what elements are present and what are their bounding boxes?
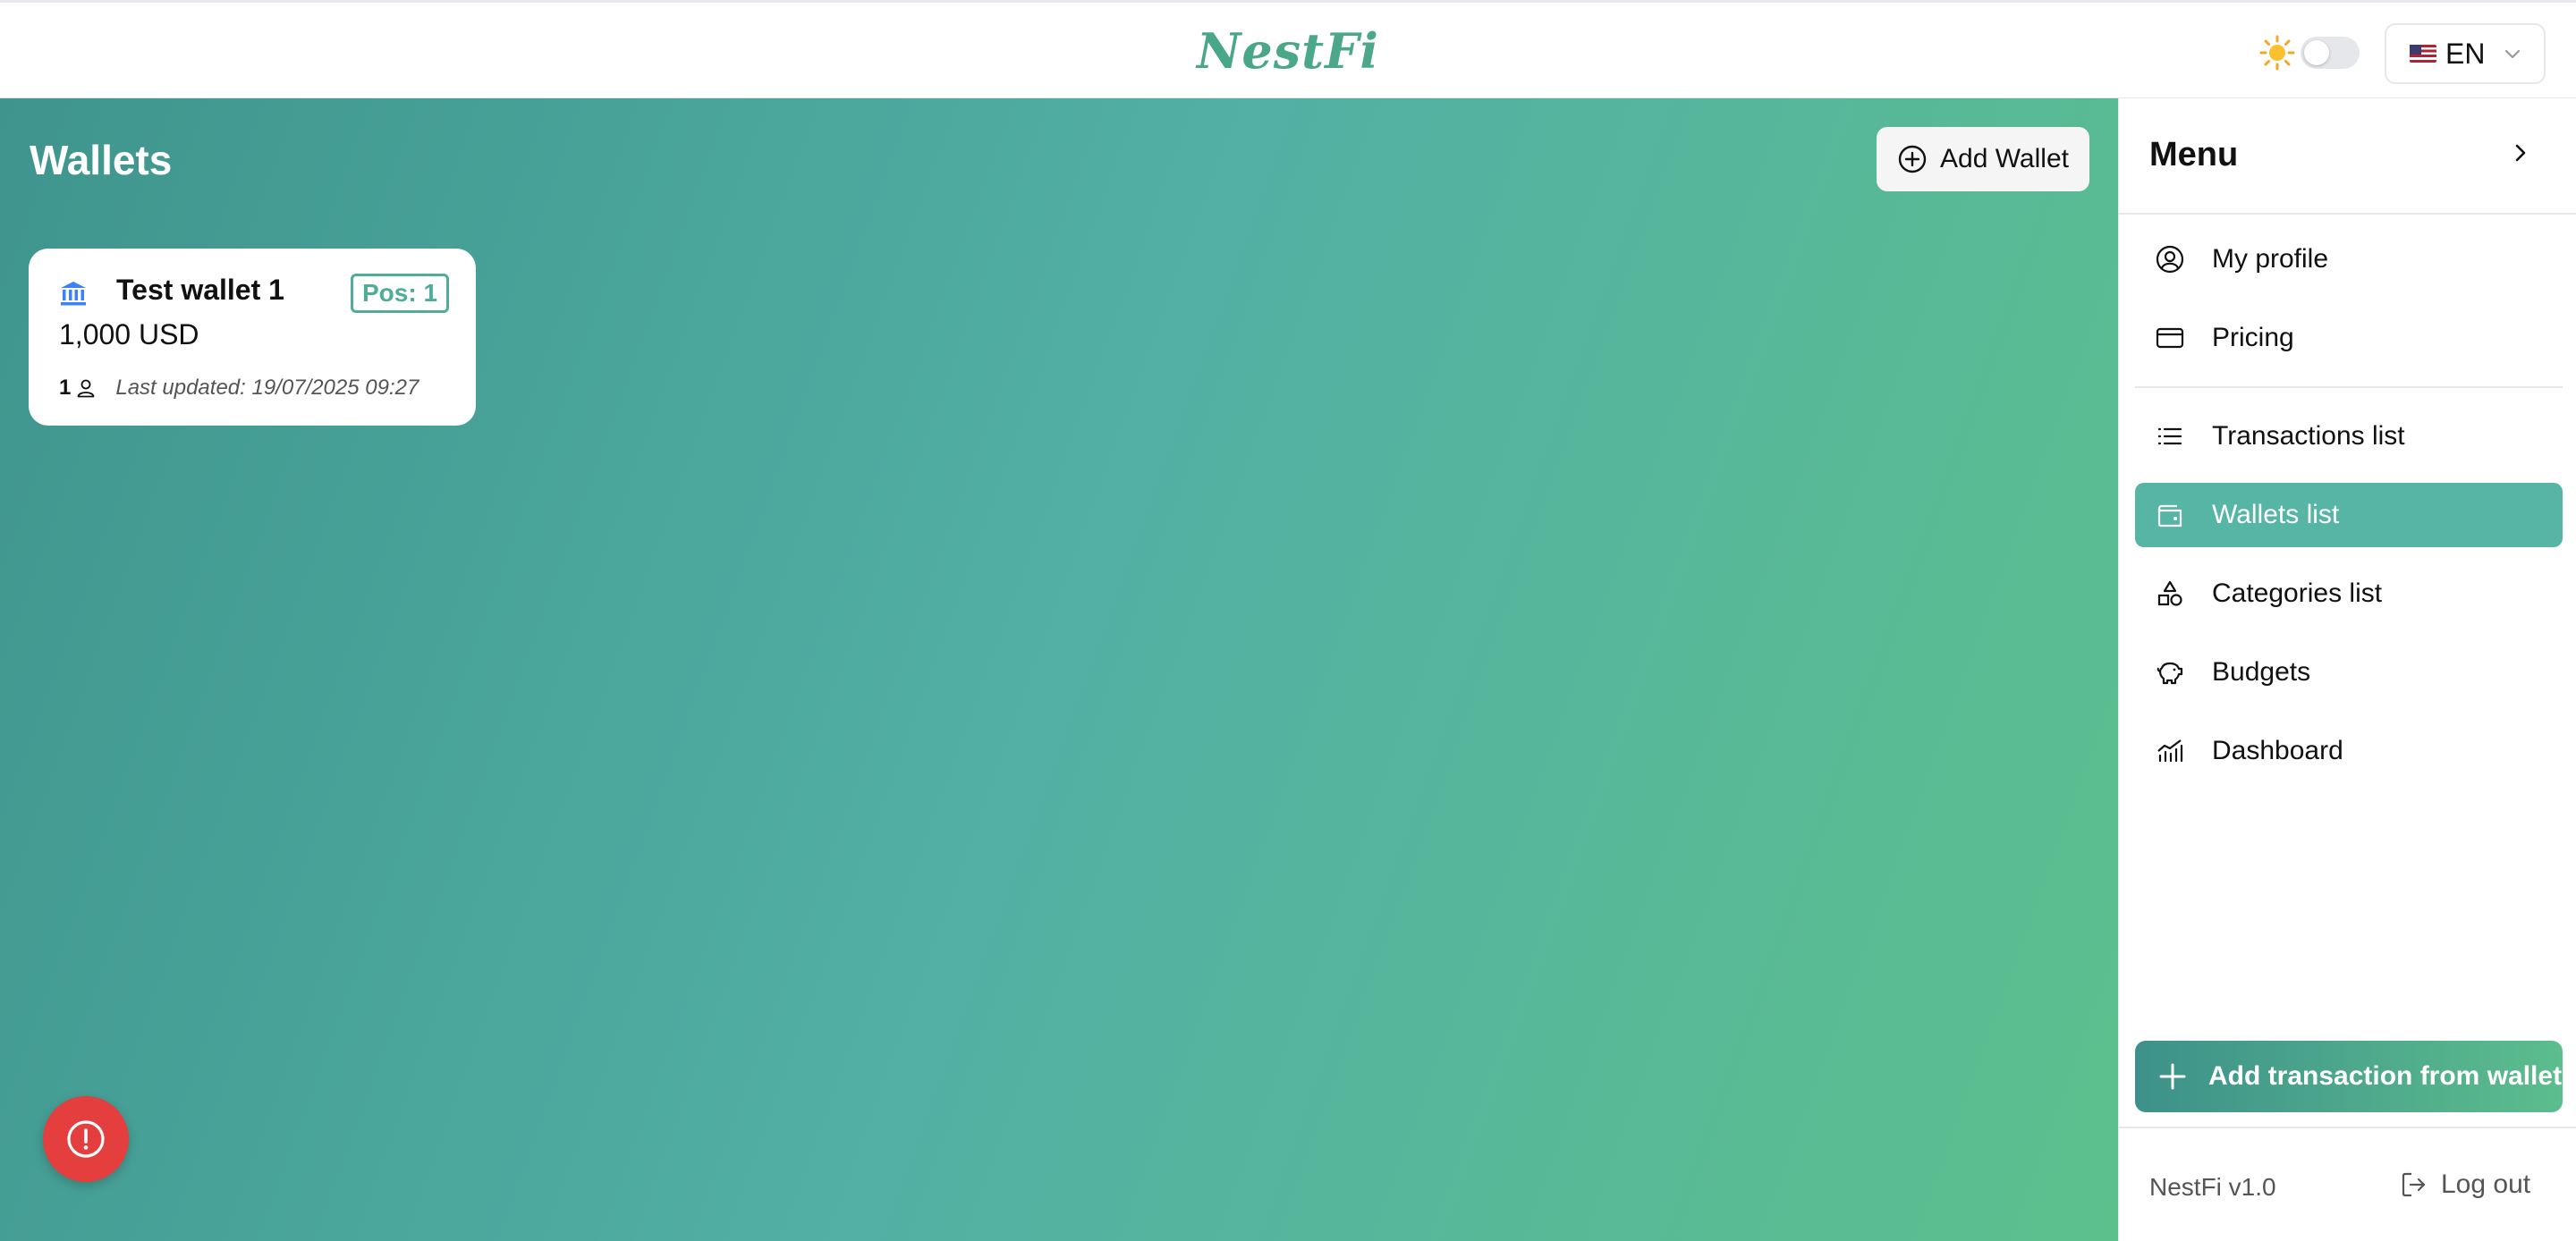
wallet-name: Test wallet 1 <box>116 274 284 306</box>
piggy-bank-icon <box>2157 662 2183 685</box>
page-title: Wallets <box>30 137 173 183</box>
bank-icon <box>61 282 86 306</box>
sidebar-item-dashboard[interactable]: Dashboard <box>2135 719 2563 783</box>
wallet-meta: 1 Last updated: 19/07/2025 09:27 <box>59 376 419 401</box>
sidebar-item-categories-list[interactable]: Categories list <box>2135 561 2563 626</box>
user-circle-icon <box>2156 245 2184 274</box>
logout-icon <box>2402 1172 2426 1197</box>
add-wallet-button[interactable]: Add Wallet <box>1877 127 2089 191</box>
app-version: NestFi v1.0 <box>2149 1173 2276 1201</box>
sun-icon <box>2259 35 2295 71</box>
logout-button[interactable]: Log out <box>2400 1169 2530 1200</box>
sidebar-item-label: Transactions list <box>2212 421 2405 451</box>
sidebar-item-label: Pricing <box>2212 323 2294 352</box>
us-flag-icon <box>2410 45 2436 63</box>
add-transaction-button[interactable]: Add transaction from wallet <box>2135 1041 2563 1112</box>
user-icon <box>77 379 95 398</box>
plus-icon <box>2159 1063 2186 1090</box>
side-menu: Menu My profile Pricing Transactions lis… <box>2118 98 2576 1241</box>
chevron-down-icon <box>2505 49 2521 59</box>
app-logo[interactable]: NestFi <box>0 22 2576 80</box>
top-bar: NestFi EN <box>0 0 2576 98</box>
theme-switch[interactable] <box>2259 35 2360 71</box>
sidebar-item-label: Wallets list <box>2212 500 2340 529</box>
sidebar-item-label: Categories list <box>2212 578 2383 608</box>
shapes-icon <box>2157 580 2182 606</box>
sidebar-item-transactions-list[interactable]: Transactions list <box>2135 404 2563 469</box>
menu-title: Menu <box>2149 136 2239 173</box>
wallets-page: Wallets Add Wallet Test wallet 1 Pos: 1 … <box>0 98 2118 1241</box>
alert-circle-icon <box>67 1120 105 1158</box>
theme-toggle[interactable] <box>2301 37 2360 69</box>
wallet-last-updated: Last updated: 19/07/2025 09:27 <box>115 376 419 400</box>
sidebar-item-my-profile[interactable]: My profile <box>2135 227 2563 291</box>
language-label: EN <box>2445 37 2486 70</box>
divider <box>2119 213 2576 215</box>
add-transaction-label: Add transaction from wallet <box>2208 1061 2563 1091</box>
wallet-member-count: 1 <box>59 376 72 400</box>
wallet-position-badge: Pos: 1 <box>351 274 450 313</box>
wallet-amount: 1,000 USD <box>59 318 199 350</box>
list-icon <box>2157 427 2182 445</box>
sidebar-item-wallets-list[interactable]: Wallets list <box>2135 483 2563 547</box>
chart-icon <box>2157 739 2183 763</box>
sidebar-item-budgets[interactable]: Budgets <box>2135 640 2563 705</box>
sidebar-item-label: Budgets <box>2212 657 2311 687</box>
language-select[interactable]: EN <box>2385 23 2546 84</box>
feedback-button[interactable] <box>43 1096 129 1182</box>
divider <box>2135 386 2563 388</box>
plus-circle-icon <box>1898 145 1927 173</box>
chevron-right-icon[interactable] <box>2505 138 2536 168</box>
wallet-icon <box>2157 504 2182 528</box>
sidebar-item-label: My profile <box>2212 244 2329 274</box>
credit-card-icon <box>2156 327 2184 349</box>
sidebar-item-pricing[interactable]: Pricing <box>2135 306 2563 370</box>
logout-label: Log out <box>2441 1169 2531 1199</box>
divider <box>2119 1127 2576 1128</box>
wallet-card[interactable]: Test wallet 1 Pos: 1 1,000 USD 1 Last up… <box>29 249 476 426</box>
add-wallet-label: Add Wallet <box>1940 144 2069 173</box>
sidebar-item-label: Dashboard <box>2212 736 2343 765</box>
